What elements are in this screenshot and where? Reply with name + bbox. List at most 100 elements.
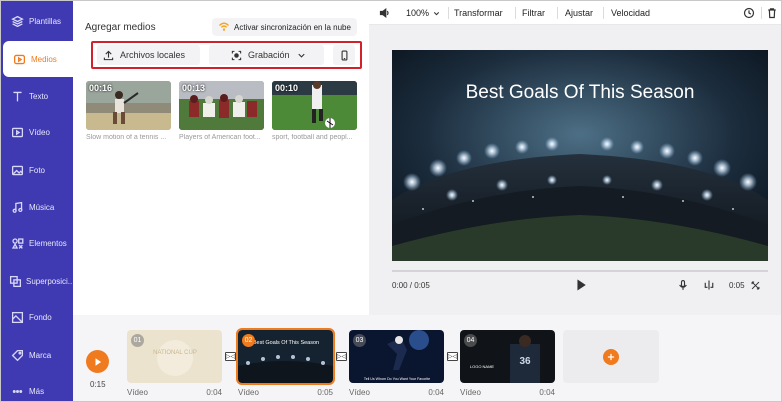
transition-button[interactable]: ▷◁ (447, 352, 458, 361)
app-window: Plantillas Medios Texto Vídeo Foto Músic… (0, 0, 782, 402)
cloud-sync-button[interactable]: Activar sincronización en la nube (212, 18, 357, 36)
preview-play-button[interactable] (575, 277, 587, 293)
sidebar-item-plantillas[interactable]: Plantillas (1, 3, 73, 39)
sidebar-item-fondo[interactable]: Fondo (1, 299, 73, 335)
upload-icon (103, 50, 114, 61)
sidebar-item-medios[interactable]: Medios (3, 41, 73, 77)
timeline-clip-2[interactable]: Best Goals Of This Season 02 (236, 328, 335, 385)
split-view-button[interactable] (703, 277, 715, 293)
wifi-icon (218, 21, 230, 33)
media-thumbnail-tennis[interactable]: 00:16 (86, 81, 171, 130)
sidebar-item-elementos[interactable]: Elementos (1, 225, 73, 261)
toolbar-divider (761, 7, 762, 19)
clip-2-title: Best Goals Of This Season (253, 340, 319, 346)
clip-number: 01 (131, 334, 144, 347)
clip-footer: Vídeo 0:04 (460, 388, 555, 397)
clock-icon (743, 7, 755, 19)
sidebar-item-mas[interactable]: Más (1, 373, 73, 401)
duration-badge: 00:16 (89, 83, 113, 93)
timeline-clip-3[interactable]: Tell Us Whom Do You Want Your Favorite 0… (349, 330, 444, 383)
phone-upload-button[interactable] (333, 45, 355, 65)
timeline-play-button[interactable] (86, 350, 109, 373)
transition-icon: ▷◁ (447, 354, 458, 360)
media-thumbnail-sport-football[interactable]: 00:10 (272, 81, 357, 130)
clip-footer: Vídeo 0:04 (127, 388, 222, 397)
media-thumbnail-american-football[interactable]: 00:13 (179, 81, 264, 130)
preview-duration: 0:05 (729, 280, 745, 290)
video-title-overlay: Best Goals Of This Season (465, 82, 695, 103)
recording-label: Grabación (248, 50, 290, 60)
timeline-clip-4[interactable]: 36 LOGO NAME 04 (460, 330, 555, 383)
expand-icon (750, 280, 761, 291)
sidebar-item-label: Medios (31, 54, 57, 64)
thumbnail-caption: Players of American foot... (179, 134, 261, 141)
zoom-value: 100% (406, 8, 430, 18)
sidebar-item-label: Más (29, 386, 45, 396)
sidebar-item-label: Fondo (29, 312, 52, 322)
clip-duration: 0:04 (206, 388, 222, 397)
timeline-clip-1[interactable]: NATIONAL CUP 01 (127, 330, 222, 383)
toolbar-divider (448, 7, 449, 19)
phone-icon (339, 49, 350, 61)
toolbar-divider (603, 7, 604, 19)
local-files-button[interactable]: Archivos locales (97, 45, 200, 65)
video-preview[interactable]: Best Goals Of This Season (392, 50, 768, 261)
adjust-button[interactable]: Ajustar (565, 1, 593, 25)
clip-type: Vídeo (460, 388, 481, 397)
clip-footer: Vídeo 0:04 (349, 388, 444, 397)
video-icon (9, 124, 25, 140)
sidebar-item-label: Superposici... (26, 276, 75, 286)
jersey-number: 36 (519, 356, 531, 367)
timer-button[interactable] (743, 1, 755, 25)
photo-icon (9, 162, 25, 178)
clip-type: Vídeo (127, 388, 148, 397)
fullscreen-button[interactable] (750, 277, 761, 293)
clip-footer: Vídeo 0:05 (238, 388, 333, 397)
transition-button[interactable]: ▷◁ (336, 352, 347, 361)
transition-button[interactable]: ▷◁ (225, 352, 236, 361)
speed-button[interactable]: Velocidad (611, 1, 650, 25)
text-icon (9, 88, 25, 104)
sidebar-item-musica[interactable]: Música (1, 189, 73, 225)
transform-button[interactable]: Transformar (454, 1, 503, 25)
play-icon (93, 357, 103, 367)
sidebar-item-label: Vídeo (29, 127, 50, 137)
brand-icon (9, 347, 25, 363)
clip-number: 03 (353, 334, 366, 347)
sidebar-item-video[interactable]: Vídeo (1, 114, 73, 150)
clip-1-title-line-1: NATIONAL CUP (153, 350, 197, 356)
overlay-icon (9, 273, 22, 289)
chevron-down-icon (432, 9, 441, 18)
clip-type: Vídeo (349, 388, 370, 397)
playback-progress-bar[interactable] (392, 270, 768, 272)
play-icon (575, 279, 587, 291)
filter-button[interactable]: Filtrar (522, 1, 545, 25)
delete-button[interactable] (766, 1, 778, 25)
cloud-sync-label: Activar sincronización en la nube (234, 22, 351, 32)
microphone-button[interactable] (677, 277, 689, 293)
record-icon (231, 50, 242, 61)
microphone-icon (677, 279, 689, 291)
sidebar-item-foto[interactable]: Foto (1, 152, 73, 188)
duration-badge: 00:10 (275, 83, 299, 93)
toolbar-divider (515, 7, 516, 19)
zoom-select[interactable]: 100% (406, 1, 441, 25)
chevron-down-icon (296, 50, 307, 61)
transition-icon: ▷◁ (336, 354, 347, 360)
recording-button[interactable]: Grabación (209, 45, 324, 65)
clip-duration: 0:04 (428, 388, 444, 397)
background-icon (9, 309, 25, 325)
split-icon (703, 279, 715, 291)
sidebar-item-texto[interactable]: Texto (1, 78, 73, 114)
sidebar-item-marca[interactable]: Marca (1, 337, 73, 373)
sidebar-item-superposiciones[interactable]: Superposici... (1, 263, 75, 299)
volume-button[interactable] (379, 1, 391, 25)
thumbnail-caption: sport, football and peopl... (272, 134, 353, 141)
duration-badge: 00:13 (182, 83, 206, 93)
clip-4-caption: LOGO NAME (470, 364, 495, 369)
add-clip-button[interactable] (563, 330, 659, 383)
playback-time: 0:00 / 0:05 (392, 280, 430, 290)
media-icon (11, 51, 27, 67)
thumbnail-caption: Slow motion of a tennis ... (86, 134, 167, 141)
panel-title: Agregar medios (85, 22, 156, 33)
